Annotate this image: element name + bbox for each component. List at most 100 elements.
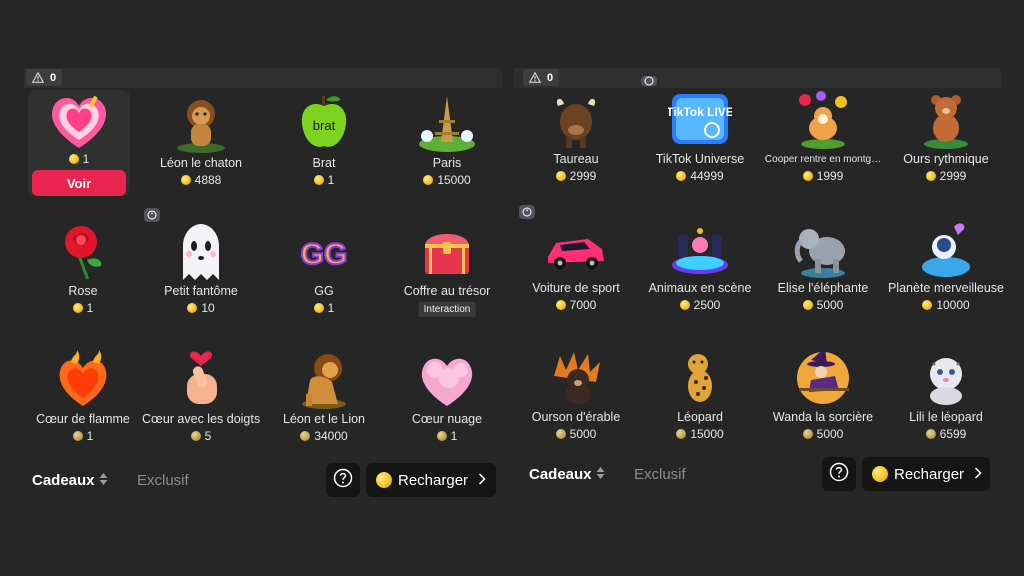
gift-item[interactable]: Ourson d'érable 5000 <box>517 344 635 462</box>
help-button[interactable] <box>326 463 360 497</box>
gift-price: 34000 <box>265 429 383 443</box>
corgi-balloons-icon <box>791 88 855 152</box>
coin-icon <box>872 466 888 482</box>
leopard-icon <box>668 346 732 410</box>
gift-price: 1 <box>265 173 383 187</box>
animal-stage-icon <box>668 217 732 281</box>
coin-icon <box>72 431 83 441</box>
coin-icon <box>676 171 687 181</box>
recharge-button[interactable]: Recharger <box>366 463 496 497</box>
recharge-button[interactable]: Recharger <box>862 457 990 491</box>
gift-name: Wanda la sorcière <box>772 410 874 424</box>
gift-item[interactable]: Wanda la sorcière 5000 <box>764 344 882 462</box>
gift-price: 15000 <box>388 173 506 187</box>
gift-item[interactable]: Cooper rentre en montg… 1999 <box>764 86 882 204</box>
gift-name: Léopard <box>677 410 723 424</box>
palette-badge-icon <box>519 205 535 219</box>
finger-heart-icon <box>169 348 233 412</box>
gift-name: Taureau <box>553 152 599 166</box>
gift-name: Léon le chaton <box>159 156 242 170</box>
gift-item[interactable]: Elise l'éléphante 5000 <box>764 215 882 333</box>
warning-bar: 0 <box>514 68 1002 88</box>
gift-price: 44999 <box>641 169 759 183</box>
chevron-right-icon <box>474 472 486 489</box>
gift-item[interactable]: Rose 1 <box>24 218 142 336</box>
selected-gift-price: 1 <box>28 152 130 166</box>
coin-icon <box>72 303 83 313</box>
gift-name: Cœur de flamme <box>36 412 130 426</box>
gift-item[interactable]: brat Brat 1 <box>265 90 383 208</box>
tab-exclusif[interactable]: Exclusif <box>137 472 189 489</box>
gift-item[interactable]: Lili le léopard 6599 <box>887 344 1005 462</box>
coin-icon <box>376 472 392 488</box>
sort-arrows-icon <box>99 472 108 489</box>
interaction-tag: Interaction <box>418 302 476 317</box>
coin-icon <box>802 429 813 439</box>
gift-name: Rose <box>68 284 98 298</box>
palette-badge-icon <box>144 208 160 222</box>
coin-icon <box>313 303 324 313</box>
coin-icon <box>925 171 936 181</box>
gift-item[interactable]: TikTok LIVE TikTok Universe 44999 <box>641 76 759 204</box>
gift-name: Cooper rentre en montg… <box>764 154 882 165</box>
gift-name: Paris <box>432 156 462 170</box>
tiktok-live-icon: TikTok LIVE <box>668 88 732 152</box>
gift-price: 1 <box>24 429 142 443</box>
gift-item[interactable]: Léon le chaton 4888 <box>142 90 260 208</box>
gift-item[interactable]: Léopard 15000 <box>641 344 759 462</box>
gift-price: 15000 <box>641 427 759 441</box>
coin-icon <box>922 300 933 310</box>
gift-item[interactable]: Taureau 2999 <box>517 86 635 204</box>
gift-item[interactable]: Ours rythmique 2999 <box>887 86 1005 204</box>
help-button[interactable] <box>822 457 856 491</box>
gift-price: 1999 <box>764 169 882 183</box>
gift-item[interactable]: Cœur nuage 1 <box>388 346 506 464</box>
warning-icon <box>32 72 44 83</box>
palette-badge-icon <box>641 76 657 86</box>
warning-bar: 0 <box>24 68 502 88</box>
lion-icon <box>292 348 356 412</box>
gift-item[interactable]: Paris 15000 <box>388 90 506 208</box>
eiffel-tower-icon <box>415 92 479 156</box>
gift-item[interactable]: Petit fantôme 10 <box>142 208 260 336</box>
tab-exclusif[interactable]: Exclusif <box>634 466 686 483</box>
gift-price: 5000 <box>764 298 882 312</box>
coin-icon <box>676 429 687 439</box>
gift-name: Cœur nuage <box>411 412 483 426</box>
gift-item[interactable]: Animaux en scène 2500 <box>641 215 759 333</box>
gift-price: 2999 <box>517 169 635 183</box>
rose-icon <box>51 220 115 284</box>
coin-icon <box>300 431 311 441</box>
gift-item[interactable]: Planète merveilleuse 10000 <box>887 215 1005 333</box>
ghost-icon <box>169 220 233 284</box>
gift-item[interactable]: Léon et le Lion 34000 <box>265 346 383 464</box>
gift-name: Cœur avec les doigts <box>142 412 261 426</box>
gift-price: 5 <box>142 429 260 443</box>
gift-item[interactable]: Voiture de sport 7000 <box>517 205 635 333</box>
coin-icon <box>313 175 324 185</box>
snow-leopard-icon <box>914 346 978 410</box>
tab-cadeaux[interactable]: Cadeaux <box>529 466 605 483</box>
sports-car-icon <box>544 217 608 281</box>
warning-pill[interactable]: 0 <box>26 69 63 86</box>
selected-gift[interactable]: 1 Voir <box>28 90 130 196</box>
witch-icon <box>791 346 855 410</box>
treasure-chest-icon <box>415 220 479 284</box>
tab-cadeaux[interactable]: Cadeaux <box>32 472 108 489</box>
gift-item[interactable]: GG GG 1 <box>265 218 383 336</box>
gift-item[interactable]: Cœur de flamme 1 <box>24 346 142 464</box>
gift-name: Ours rythmique <box>903 152 989 166</box>
gift-item[interactable]: Coffre au trésor Interaction <box>388 218 506 336</box>
warning-pill[interactable]: 0 <box>523 69 560 86</box>
gift-name: Voiture de sport <box>532 281 620 295</box>
gift-price: 7000 <box>517 298 635 312</box>
question-icon <box>333 468 353 493</box>
elephant-icon <box>791 217 855 281</box>
gift-name: Petit fantôme <box>164 284 238 298</box>
gift-price: 1 <box>388 429 506 443</box>
voir-button[interactable]: Voir <box>32 170 126 196</box>
gift-item[interactable]: Cœur avec les doigts 5 <box>142 346 260 464</box>
gift-price: 1 <box>24 301 142 315</box>
cloud-heart-icon <box>415 348 479 412</box>
sort-arrows-icon <box>596 466 605 483</box>
